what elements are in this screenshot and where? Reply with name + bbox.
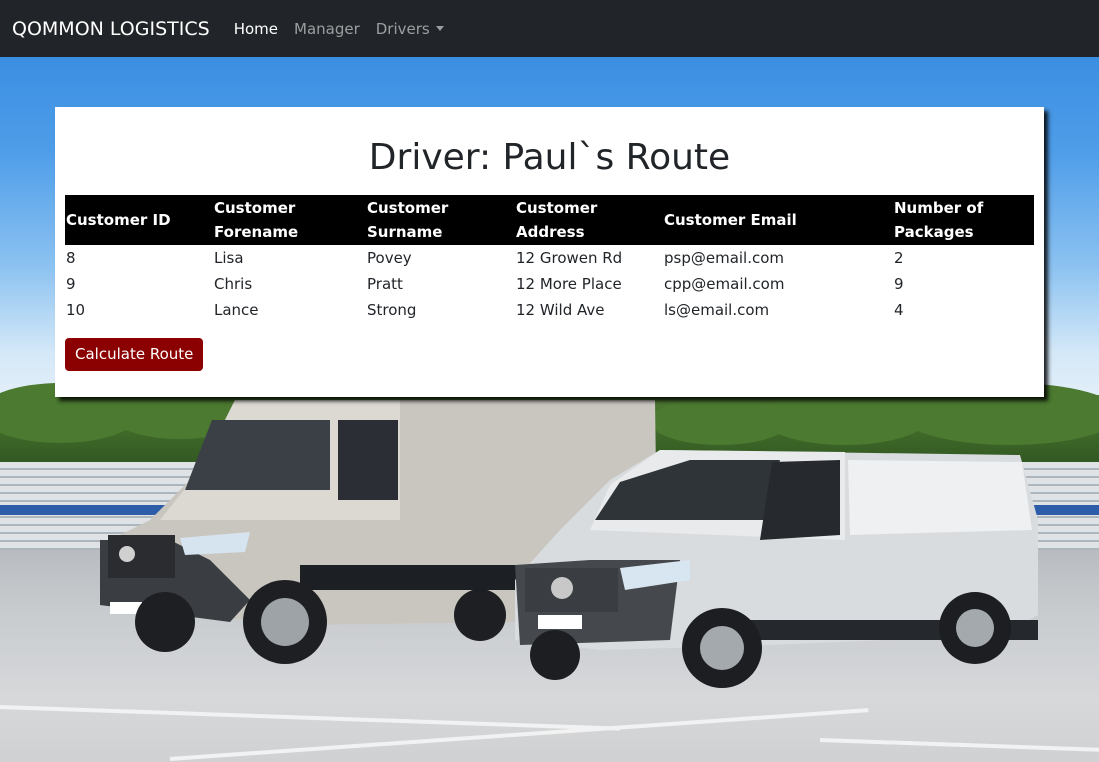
cell-customer-forename: Lisa (214, 249, 244, 267)
table-row: 9 Chris Pratt 12 More Place cpp@email.co… (65, 271, 1034, 297)
header-row: Customer ID Customer Forename Customer S… (65, 195, 1034, 245)
cell-number-of-packages: 9 (894, 275, 904, 293)
nav-link-drivers-label: Drivers (375, 19, 430, 38)
col-header-customer-forename: Customer Forename (214, 199, 299, 241)
cell-customer-id: 8 (66, 249, 76, 267)
cell-customer-forename: Chris (214, 275, 253, 293)
nav-link-manager[interactable]: Manager (294, 20, 360, 38)
chevron-down-icon (435, 25, 444, 31)
customer-table: Customer ID Customer Forename Customer S… (65, 195, 1034, 323)
table-body: 8 Lisa Povey 12 Growen Rd psp@email.com … (65, 245, 1034, 323)
table-header: Customer ID Customer Forename Customer S… (65, 195, 1034, 245)
col-header-number-of-packages: Number of Packages (894, 199, 984, 241)
table-row: 10 Lance Strong 12 Wild Ave ls@email.com… (65, 297, 1034, 323)
cell-customer-id: 10 (66, 301, 86, 319)
cell-customer-address: 12 Wild Ave (516, 301, 605, 319)
cell-customer-surname: Strong (367, 301, 417, 319)
top-navbar: QOMMON LOGISTICS Home Manager Drivers (0, 0, 1099, 57)
cell-customer-surname: Pratt (367, 275, 403, 293)
cell-number-of-packages: 4 (894, 301, 904, 319)
route-card: Driver: Paul`s Route Customer ID Custome… (55, 107, 1044, 397)
col-header-customer-id: Customer ID (66, 211, 171, 229)
nav-link-home[interactable]: Home (234, 20, 278, 38)
calculate-route-button[interactable]: Calculate Route (65, 338, 204, 371)
cell-customer-email: ls@email.com (664, 301, 770, 319)
cell-customer-email: cpp@email.com (664, 275, 785, 293)
nav-dropdown-drivers[interactable]: Drivers (376, 20, 444, 38)
cell-customer-surname: Povey (367, 249, 412, 267)
page-title: Driver: Paul`s Route (368, 137, 731, 178)
cell-number-of-packages: 2 (894, 249, 904, 267)
cell-customer-address: 12 More Place (516, 275, 622, 293)
brand-logo[interactable]: QOMMON LOGISTICS (12, 18, 210, 40)
col-header-customer-email: Customer Email (664, 211, 797, 229)
col-header-customer-address: Customer Address (516, 199, 598, 241)
cell-customer-forename: Lance (214, 301, 259, 319)
table-row: 8 Lisa Povey 12 Growen Rd psp@email.com … (65, 245, 1034, 271)
col-header-customer-surname: Customer Surname (367, 199, 449, 241)
cell-customer-email: psp@email.com (664, 249, 785, 267)
cell-customer-id: 9 (66, 275, 76, 293)
cell-customer-address: 12 Growen Rd (516, 249, 623, 267)
